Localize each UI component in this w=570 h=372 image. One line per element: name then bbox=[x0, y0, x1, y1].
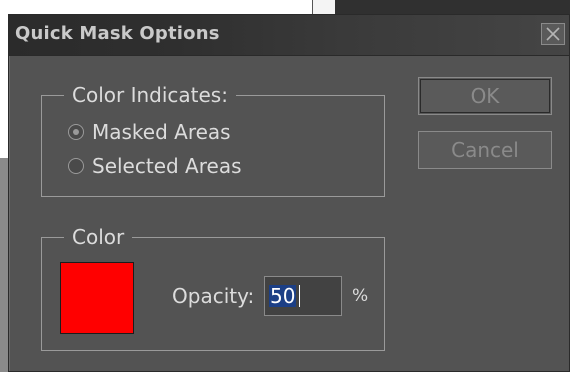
radio-selected-areas[interactable]: Selected Areas bbox=[68, 152, 242, 180]
title-bar[interactable]: Quick Mask Options bbox=[9, 15, 569, 56]
color-indicates-group: Color Indicates: Masked Areas Selected A… bbox=[41, 82, 385, 197]
quick-mask-options-dialog: Quick Mask Options Color Indicates: Mask… bbox=[8, 14, 570, 372]
ok-button[interactable]: OK bbox=[418, 77, 552, 115]
close-button[interactable] bbox=[541, 23, 565, 45]
background-window-edge bbox=[312, 0, 336, 14]
background-left-strip bbox=[0, 158, 8, 372]
text-caret bbox=[299, 285, 300, 307]
dialog-title: Quick Mask Options bbox=[15, 23, 220, 44]
opacity-input[interactable]: 50 bbox=[264, 276, 342, 316]
background-window-area bbox=[335, 0, 570, 14]
radio-button-checked[interactable] bbox=[68, 124, 84, 140]
radio-masked-areas-label: Masked Areas bbox=[92, 120, 231, 144]
radio-button-unchecked[interactable] bbox=[68, 158, 84, 174]
color-group: Color Opacity: 50 % bbox=[41, 224, 385, 351]
color-swatch[interactable] bbox=[60, 262, 134, 334]
percent-label: % bbox=[352, 286, 369, 306]
color-legend: Color bbox=[64, 224, 133, 250]
cancel-button[interactable]: Cancel bbox=[418, 131, 552, 169]
opacity-label: Opacity: bbox=[172, 284, 255, 308]
close-icon bbox=[546, 27, 560, 41]
radio-masked-areas[interactable]: Masked Areas bbox=[68, 118, 231, 146]
opacity-value[interactable]: 50 bbox=[269, 285, 297, 307]
radio-selected-areas-label: Selected Areas bbox=[92, 154, 242, 178]
color-indicates-legend: Color Indicates: bbox=[64, 82, 236, 108]
